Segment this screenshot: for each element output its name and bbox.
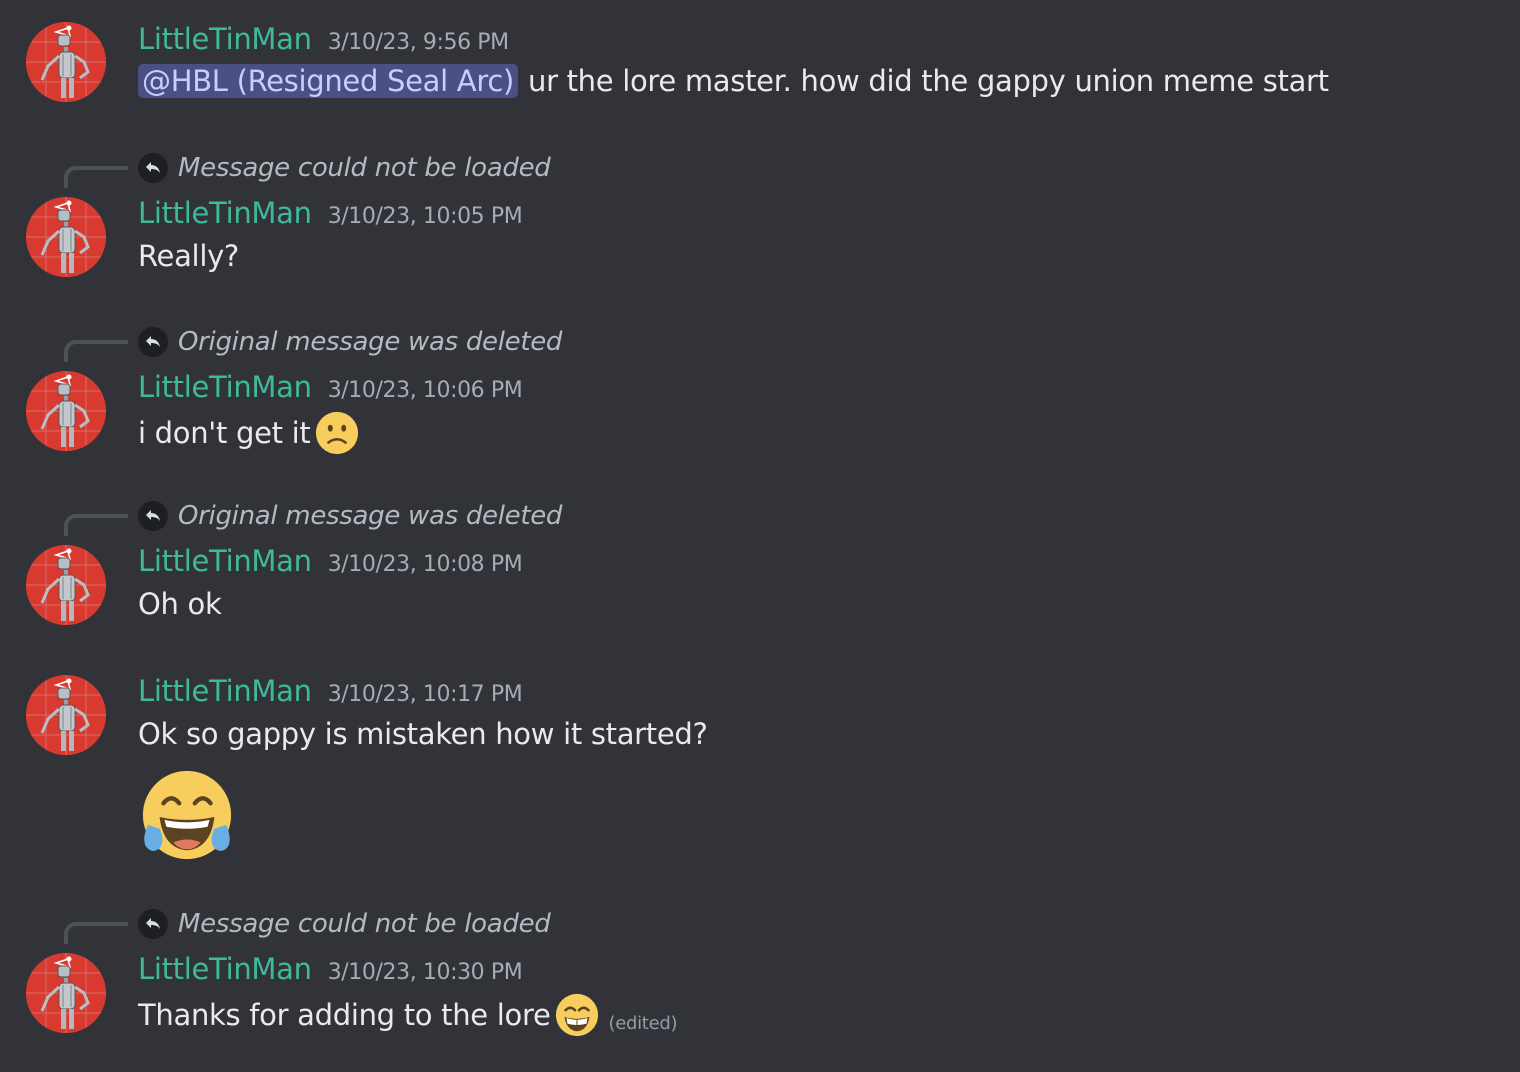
reply-text: Original message was deleted [178, 501, 563, 531]
message-text: ur the lore master. how did the gappy un… [527, 64, 1329, 98]
reply-spine [64, 514, 128, 536]
reply-spine [64, 922, 128, 944]
reply-spine [64, 340, 128, 362]
reply-text: Message could not be loaded [178, 153, 551, 183]
reply-arrow-icon [138, 501, 168, 531]
timestamp: 3/10/23, 10:08 PM [327, 552, 523, 577]
grinning-face-with-smiling-eyes-icon[interactable] [554, 992, 600, 1038]
message-header: LittleTinMan 3/10/23, 10:30 PM [138, 952, 523, 986]
username[interactable]: LittleTinMan [138, 952, 312, 986]
tin-man-avatar-image [26, 545, 106, 625]
message-header: LittleTinMan 3/10/23, 10:08 PM [138, 544, 523, 578]
avatar[interactable] [26, 953, 106, 1033]
reply-text: Original message was deleted [178, 327, 563, 357]
username[interactable]: LittleTinMan [138, 22, 312, 56]
face-with-tears-of-joy-icon[interactable] [138, 766, 236, 864]
timestamp: 3/10/23, 10:05 PM [327, 204, 523, 229]
message-content: Thanks for adding to the lore (edited) [138, 992, 678, 1038]
avatar[interactable] [26, 371, 106, 451]
message-text: Thanks for adding to the lore [138, 998, 551, 1032]
tin-man-avatar-image [26, 22, 106, 102]
avatar[interactable] [26, 675, 106, 755]
avatar[interactable] [26, 545, 106, 625]
username[interactable]: LittleTinMan [138, 370, 312, 404]
reply-arrow-icon [138, 327, 168, 357]
avatar[interactable] [26, 197, 106, 277]
reply-arrow-icon [138, 909, 168, 939]
timestamp: 3/10/23, 10:30 PM [327, 960, 523, 985]
reply-reference[interactable]: Original message was deleted [138, 327, 562, 357]
timestamp: 3/10/23, 10:06 PM [327, 378, 523, 403]
username[interactable]: LittleTinMan [138, 196, 312, 230]
user-mention[interactable]: @HBL (Resigned Seal Arc) [138, 64, 518, 98]
avatar[interactable] [26, 22, 106, 102]
tin-man-avatar-image [26, 675, 106, 755]
tin-man-avatar-image [26, 197, 106, 277]
tin-man-avatar-image [26, 371, 106, 451]
reply-spine [64, 166, 128, 188]
timestamp: 3/10/23, 10:17 PM [327, 682, 523, 707]
message-text: Really? [138, 239, 240, 273]
reply-reference[interactable]: Message could not be loaded [138, 909, 551, 939]
message-header: LittleTinMan 3/10/23, 9:56 PM [138, 22, 509, 56]
username[interactable]: LittleTinMan [138, 544, 312, 578]
edited-label: (edited) [608, 1013, 678, 1034]
message-content: Really? [138, 239, 239, 273]
message-text: i don't get it [138, 416, 311, 450]
message-header: LittleTinMan 3/10/23, 10:17 PM [138, 674, 523, 708]
reply-text: Message could not be loaded [178, 909, 551, 939]
timestamp: 3/10/23, 9:56 PM [327, 30, 509, 55]
slightly-frowning-face-icon[interactable] [314, 410, 360, 456]
message-content: @HBL (Resigned Seal Arc) ur the lore mas… [138, 64, 1329, 98]
tin-man-avatar-image [26, 953, 106, 1033]
reply-arrow-icon [138, 153, 168, 183]
message-header: LittleTinMan 3/10/23, 10:06 PM [138, 370, 523, 404]
message-text: Oh ok [138, 587, 222, 621]
reply-reference[interactable]: Original message was deleted [138, 501, 562, 531]
reply-reference[interactable]: Message could not be loaded [138, 153, 551, 183]
message-content: Oh ok [138, 587, 222, 621]
message-content: Ok so gappy is mistaken how it started? [138, 717, 708, 751]
message-text: Ok so gappy is mistaken how it started? [138, 717, 708, 751]
username[interactable]: LittleTinMan [138, 674, 312, 708]
chat-log: LittleTinMan 3/10/23, 9:56 PM @HBL (Resi… [0, 0, 1520, 1072]
message-header: LittleTinMan 3/10/23, 10:05 PM [138, 196, 523, 230]
message-content: i don't get it [138, 410, 360, 456]
